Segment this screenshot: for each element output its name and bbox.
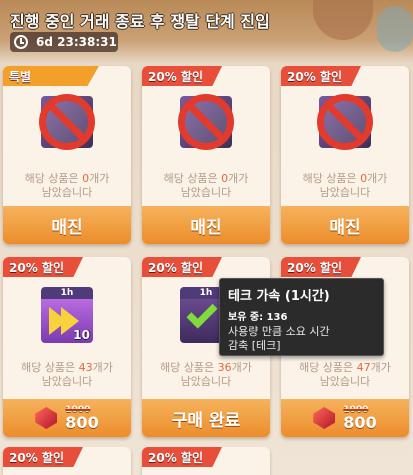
shop-card-3[interactable]: 20% 할인 해당 상품은 0개가 남았습니다 매진 bbox=[281, 66, 409, 244]
tooltip-title: 테크 가속 (1시간) bbox=[228, 289, 330, 304]
sold-out-button[interactable]: 매진 bbox=[3, 206, 131, 244]
stock-text: 해당 상품은 0개가 남았습니다 bbox=[163, 172, 249, 199]
background-jar-decoration bbox=[377, 6, 413, 52]
discount-badge: 20% 할인 bbox=[281, 66, 361, 86]
discount-badge: 20% 할인 bbox=[3, 447, 83, 467]
no-sign-icon bbox=[39, 94, 95, 150]
original-price: 1000 bbox=[65, 404, 91, 415]
page-title: 진행 중인 거래 종료 후 쟁탈 단계 진입 bbox=[10, 12, 270, 31]
stock-text: 해당 상품은 43개가 남았습니다 bbox=[21, 361, 113, 388]
ruby-gem-icon bbox=[313, 407, 336, 429]
shop-card-4[interactable]: 20% 할인 1h 10 해당 상품은 43개가 남았습니다 1000 800 bbox=[3, 257, 131, 437]
item-tooltip: 테크 가속 (1시간) 보유 중: 136 사용량 만큼 소요 시간 감축 [테… bbox=[219, 278, 384, 356]
countdown-timer: 6d 23:38:31 bbox=[10, 32, 118, 52]
sold-out-button[interactable]: 매진 bbox=[142, 206, 270, 244]
stock-text: 해당 상품은 47개가 남았습니다 bbox=[299, 361, 391, 388]
purchased-button[interactable]: 구매 완료 bbox=[142, 399, 270, 437]
stock-text: 해당 상품은 0개가 남았습니다 bbox=[302, 172, 388, 199]
buy-button[interactable]: 1000 800 bbox=[281, 399, 409, 437]
sale-price: 800 bbox=[65, 412, 99, 432]
checkmark-icon bbox=[186, 297, 218, 329]
no-sign-icon bbox=[178, 94, 234, 150]
shop-card-2[interactable]: 20% 할인 해당 상품은 0개가 남았습니다 매진 bbox=[142, 66, 270, 244]
special-badge: 특별 bbox=[3, 66, 99, 86]
buy-button[interactable]: 1000 800 bbox=[3, 399, 131, 437]
hour-tag: 1h bbox=[41, 287, 93, 299]
tooltip-owned-count: 보유 중: 136 bbox=[228, 312, 288, 323]
shop-card-1[interactable]: 특별 해당 상품은 0개가 남았습니다 매진 bbox=[3, 66, 131, 244]
stock-text: 해당 상품은 0개가 남았습니다 bbox=[24, 172, 110, 199]
shop-card-7[interactable]: 20% 할인 bbox=[3, 447, 131, 475]
speed-up-icon: 10 bbox=[41, 299, 93, 343]
no-sign-icon bbox=[317, 94, 373, 150]
discount-badge: 20% 할인 bbox=[142, 257, 222, 277]
sold-out-button[interactable]: 매진 bbox=[281, 206, 409, 244]
original-price: 1000 bbox=[343, 404, 369, 415]
discount-badge: 20% 할인 bbox=[142, 66, 222, 86]
timer-text: 6d 23:38:31 bbox=[36, 35, 117, 49]
discount-badge: 20% 할인 bbox=[281, 257, 361, 277]
item-quantity: 10 bbox=[73, 328, 90, 342]
discount-badge: 20% 할인 bbox=[142, 447, 222, 467]
discount-badge: 20% 할인 bbox=[3, 257, 83, 277]
clock-icon bbox=[14, 35, 28, 49]
shop-card-8[interactable]: 20% 할인 bbox=[142, 447, 270, 475]
sale-price: 800 bbox=[343, 412, 377, 432]
tooltip-description-line1: 사용량 만큼 소요 시간 bbox=[228, 325, 330, 338]
stock-text: 해당 상품은 36개가 남았습니다 bbox=[160, 361, 252, 388]
ruby-gem-icon bbox=[35, 407, 58, 429]
tooltip-description-line2: 감축 [테크] bbox=[228, 339, 281, 352]
